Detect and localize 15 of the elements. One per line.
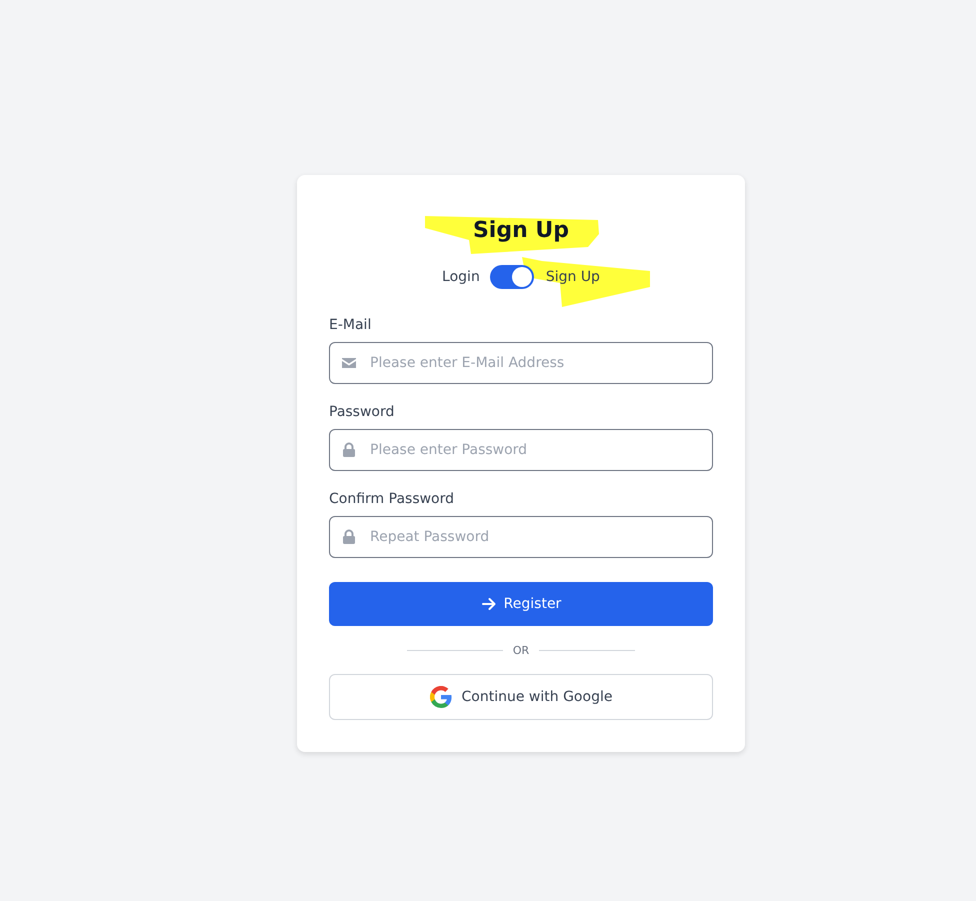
- field-label: Password: [329, 404, 396, 420]
- input-field[interactable]: Please enter E-Mail Address: [329, 342, 713, 384]
- register-button[interactable]: Register: [329, 582, 713, 626]
- toggle-label: Login: [442, 269, 480, 285]
- mode-switch[interactable]: [490, 265, 534, 289]
- google-logo-icon: [430, 686, 452, 708]
- page-title: Sign Up: [472, 217, 570, 245]
- arrow-right-icon: [480, 596, 496, 612]
- toggle-label: Sign Up: [546, 269, 600, 285]
- input-field[interactable]: Repeat Password: [329, 516, 713, 558]
- field-label: Confirm Password: [329, 491, 456, 507]
- field-label: E-Mail: [329, 317, 372, 333]
- divider-text: OR: [512, 644, 530, 657]
- input-field[interactable]: Please enter Password: [329, 429, 713, 471]
- google-button[interactable]: Continue with Google: [329, 674, 713, 720]
